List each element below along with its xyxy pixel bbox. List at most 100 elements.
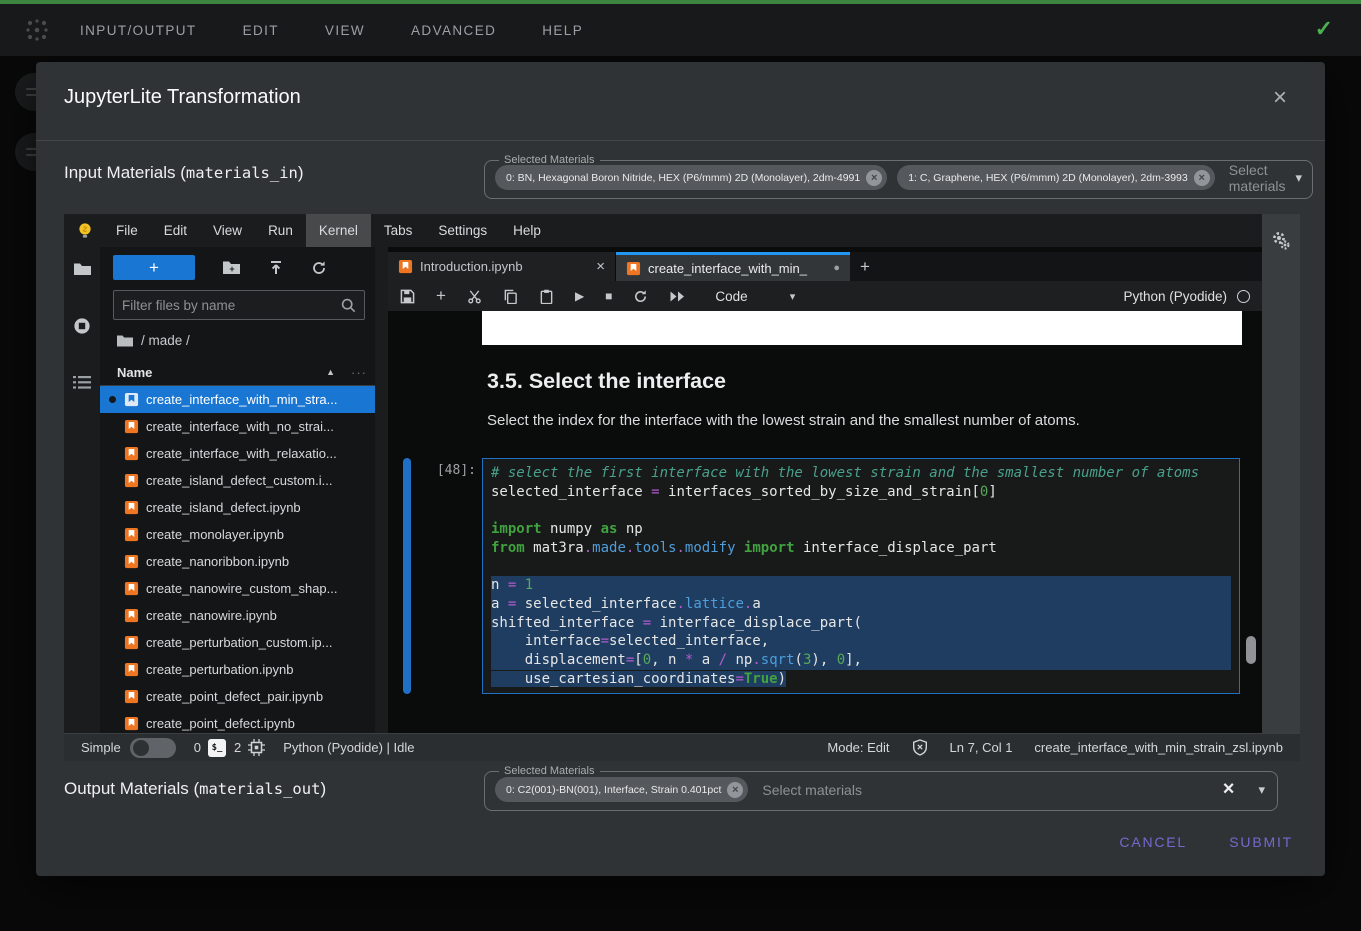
new-tab-button[interactable]: + <box>850 252 880 281</box>
file-name: create_monolayer.ipynb <box>146 527 284 542</box>
select-materials-placeholder[interactable]: Select materials <box>762 782 862 798</box>
code-token: from <box>491 540 525 556</box>
tab-close-icon[interactable]: × <box>596 258 605 275</box>
simple-mode-toggle[interactable] <box>130 738 176 758</box>
file-browser-tab-icon[interactable] <box>73 261 92 277</box>
stop-kernel-icon[interactable]: ■ <box>605 289 612 303</box>
clear-selection-icon[interactable]: × <box>1223 778 1235 801</box>
notebook-icon <box>124 635 139 650</box>
file-item[interactable]: create_nanowire.ipynb <box>100 602 375 629</box>
execution-count: [48]: <box>428 463 476 478</box>
cursor-position[interactable]: Ln 7, Col 1 <box>950 740 1013 755</box>
code-line: n = 1 <box>491 576 1231 595</box>
lightbulb-icon[interactable] <box>77 222 93 239</box>
run-cell-icon[interactable]: ▶ <box>575 289 584 303</box>
kernel-running-dot <box>109 396 116 403</box>
breadcrumb[interactable]: / made / <box>117 333 190 348</box>
cell-collapser-bar[interactable] <box>403 458 411 694</box>
chip-remove-icon[interactable]: × <box>866 170 882 186</box>
running-kernels-tab-icon[interactable] <box>73 317 91 335</box>
jupyter-menu-item-kernel[interactable]: Kernel <box>306 214 371 247</box>
file-name: create_island_defect_custom.i... <box>146 473 332 488</box>
new-folder-icon[interactable]: + <box>222 260 241 275</box>
file-item[interactable]: create_island_defect.ipynb <box>100 494 375 521</box>
terminal-count[interactable]: 0 <box>194 740 201 755</box>
cut-cell-icon[interactable] <box>467 289 482 304</box>
cell-type-dropdown[interactable]: Code ▾ <box>715 289 795 304</box>
sort-ascending-icon[interactable]: ▲ <box>326 367 335 377</box>
material-chip: 0: BN, Hexagonal Boron Nitride, HEX (P6/… <box>495 165 887 190</box>
notebook-icon <box>124 419 139 434</box>
output-materials-fieldset: Selected Materials 0: C2(001)-BN(001), I… <box>484 765 1278 811</box>
settings-gears-icon[interactable] <box>1270 230 1292 254</box>
chip-remove-icon[interactable]: × <box>1194 170 1210 186</box>
code-token: selected_interface <box>516 596 676 612</box>
jupyter-menu-item-file[interactable]: File <box>103 214 151 247</box>
cancel-button[interactable]: CANCEL <box>1113 833 1193 851</box>
file-item[interactable]: create_interface_with_min_stra... <box>100 386 375 413</box>
chevron-down-icon[interactable]: ▾ <box>1258 782 1265 798</box>
paste-cell-icon[interactable] <box>539 289 554 304</box>
jupyter-menu-item-run[interactable]: Run <box>255 214 306 247</box>
terminal-icon: $_ <box>208 739 226 757</box>
topbar-menu-item-view[interactable]: VIEW <box>325 23 365 38</box>
jupyter-menu-item-tabs[interactable]: Tabs <box>371 214 426 247</box>
restart-run-all-icon[interactable] <box>669 290 686 303</box>
jupyter-menu-item-help[interactable]: Help <box>500 214 554 247</box>
submit-button[interactable]: SUBMIT <box>1223 833 1299 851</box>
jupyter-menu-item-edit[interactable]: Edit <box>151 214 200 247</box>
output-materials-label: Output Materials (materials_out) <box>64 779 326 799</box>
refresh-icon[interactable] <box>311 260 327 276</box>
file-item[interactable]: create_interface_with_relaxatio... <box>100 440 375 467</box>
editor-mode[interactable]: Mode: Edit <box>827 740 889 755</box>
file-item[interactable]: create_perturbation_custom.ip... <box>100 629 375 656</box>
chip-remove-icon[interactable]: × <box>727 782 743 798</box>
notebook-icon <box>124 716 139 731</box>
add-cell-icon[interactable]: + <box>436 286 446 306</box>
code-token: , n <box>651 652 685 668</box>
topbar-menu-item-advanced[interactable]: ADVANCED <box>411 23 496 38</box>
file-item[interactable]: create_point_defect_pair.ipynb <box>100 683 375 710</box>
file-item[interactable]: create_perturbation.ipynb <box>100 656 375 683</box>
kernel-count[interactable]: 2 <box>234 740 241 755</box>
jupyter-menu-item-settings[interactable]: Settings <box>425 214 500 247</box>
code-token: selected_interface <box>491 484 651 500</box>
notebook-icon <box>124 581 139 596</box>
trust-shield-icon[interactable] <box>912 739 928 756</box>
topbar-menu-item-help[interactable]: HELP <box>542 23 583 38</box>
upload-icon[interactable] <box>268 260 284 276</box>
topbar-menu-item-input-output[interactable]: INPUT/OUTPUT <box>80 23 197 38</box>
table-of-contents-tab-icon[interactable] <box>73 375 91 390</box>
topbar-menu-item-edit[interactable]: EDIT <box>243 23 279 38</box>
jupyterlab-panel: FileEditViewRunKernelTabsSettingsHelp <box>64 214 1300 761</box>
jupyter-menu-item-view[interactable]: View <box>200 214 255 247</box>
restart-kernel-icon[interactable] <box>633 289 648 304</box>
code-token: shifted_interface <box>491 615 643 631</box>
kernel-status-text[interactable]: Python (Pyodide) | Idle <box>283 740 414 755</box>
copy-cell-icon[interactable] <box>503 289 518 304</box>
kernel-indicator[interactable]: Python (Pyodide) <box>1123 289 1250 304</box>
file-list-header[interactable]: Name ▲ ··· <box>100 359 375 386</box>
file-item[interactable]: create_nanowire_custom_shap... <box>100 575 375 602</box>
save-icon[interactable] <box>400 289 415 304</box>
file-item[interactable]: create_island_defect_custom.i... <box>100 467 375 494</box>
tab-introduction[interactable]: Introduction.ipynb × <box>388 252 616 281</box>
scrollbar-thumb[interactable] <box>1246 636 1256 664</box>
more-options-icon[interactable]: ··· <box>351 365 367 380</box>
file-item[interactable]: create_point_defect.ipynb <box>100 710 375 733</box>
panel-splitter[interactable] <box>375 247 388 733</box>
dialog-close-icon[interactable]: × <box>1273 86 1287 110</box>
chevron-down-icon[interactable]: ▾ <box>1296 170 1303 186</box>
file-item[interactable]: create_nanoribbon.ipynb <box>100 548 375 575</box>
code-cell[interactable]: # select the first interface with the lo… <box>482 458 1240 694</box>
file-item[interactable]: create_interface_with_no_strai... <box>100 413 375 440</box>
filter-files-input[interactable] <box>114 298 341 313</box>
code-token: [ <box>634 652 642 668</box>
new-launcher-button[interactable]: + <box>113 255 195 280</box>
name-column-header[interactable]: Name <box>117 365 152 380</box>
file-item[interactable]: create_monolayer.ipynb <box>100 521 375 548</box>
select-materials-placeholder[interactable]: Select materials <box>1229 162 1286 194</box>
output-chips: 0: C2(001)-BN(001), Interface, Strain 0.… <box>495 777 748 802</box>
tab-create-interface[interactable]: create_interface_with_min_ ● <box>616 252 850 281</box>
notebook-icon <box>398 259 413 274</box>
